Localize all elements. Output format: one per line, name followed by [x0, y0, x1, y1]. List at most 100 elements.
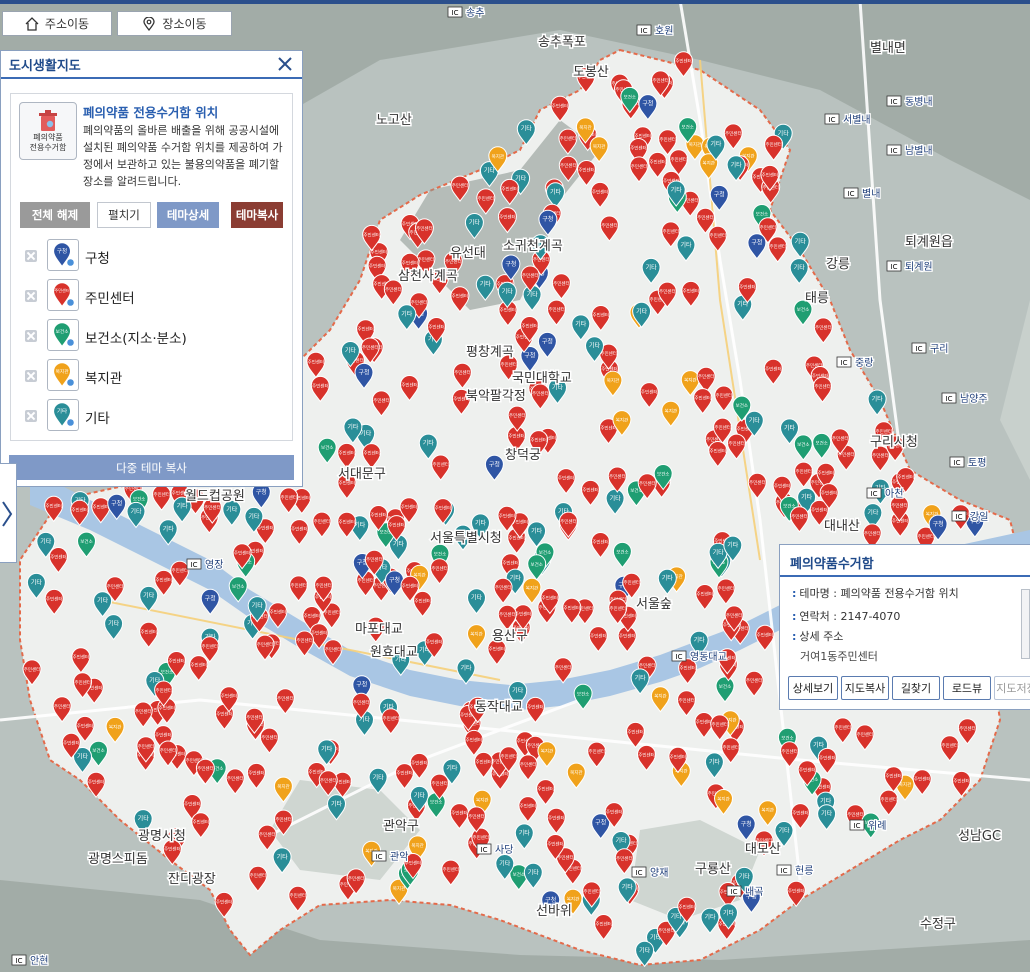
map-save-button[interactable]: 지도저장	[994, 676, 1030, 700]
ic-name: 퇴계원	[905, 261, 933, 273]
map-marker-text: 주민센터	[914, 776, 931, 783]
map-marker-text: 보건소	[736, 402, 748, 409]
interchange-label: IC 내곡	[726, 885, 765, 899]
map-marker-text: 주민센터	[46, 595, 63, 602]
legend-remove-icon[interactable]	[25, 410, 37, 422]
multi-theme-copy-button[interactable]: 다중 테마 복사	[9, 455, 294, 480]
map-marker-text: 주민센터	[172, 567, 189, 574]
map-marker-text: 주민센터	[710, 448, 727, 455]
map-marker-text: 주민센터	[431, 565, 448, 572]
map-marker-text: 주민센터	[280, 494, 297, 501]
directions-button[interactable]: 길찾기	[892, 676, 940, 700]
map-marker-text: 주민센터	[697, 591, 714, 598]
legend-remove-icon[interactable]	[25, 250, 37, 262]
clear-all-button[interactable]: 전체 해제	[20, 202, 90, 228]
ic-badge-text: IC	[946, 395, 953, 403]
legend-row-community-center[interactable]: 주민센터 주민센터	[21, 279, 281, 313]
popup-address-label: : 상세 주소	[792, 628, 843, 644]
map-marker-text: 주민센터	[795, 468, 812, 475]
address-move-button[interactable]: 주소이동	[2, 11, 112, 36]
map-marker-text: 주민센터	[383, 715, 400, 722]
map-marker-text: 복지관	[411, 842, 423, 849]
map-marker-text: 주민센터	[193, 819, 210, 826]
map-marker-text: 주민센터	[468, 813, 485, 820]
theme-box: 폐의약품 전용수거함 폐의약품 전용수거함 위치 폐의약품의 올바른 배출을 위…	[10, 93, 293, 441]
map-marker-text: 기타	[401, 310, 413, 318]
ic-badge-text: IC	[954, 459, 961, 467]
ic-name: 동병내	[905, 96, 933, 108]
map-area-label: 구룡산	[695, 862, 731, 877]
place-move-button[interactable]: 장소이동	[117, 11, 232, 36]
map-marker-text: 기타	[480, 280, 492, 288]
map-marker-text: 주민센터	[600, 350, 617, 357]
legend-row-welfare-center[interactable]: 복지관 복지관	[21, 359, 281, 393]
map-area-label: 북악팔각정	[466, 389, 526, 404]
ic-name: 양재	[650, 867, 668, 879]
legend-row-health-center[interactable]: 보건소 보건소(지소·분소)	[21, 319, 281, 353]
map-marker-text: 기타	[31, 578, 43, 586]
map-marker-text: 주민센터	[857, 731, 874, 738]
map-marker-text: 보건소	[232, 583, 244, 590]
map-marker-text: 주민센터	[557, 854, 574, 861]
map-marker-text: 주민센터	[726, 612, 743, 619]
detail-view-button[interactable]: 상세보기	[788, 676, 838, 700]
close-icon[interactable]	[276, 55, 294, 73]
map-area-label: 서대문구	[338, 467, 386, 482]
map-marker-text: 주민센터	[473, 834, 490, 841]
map-marker-text: 보건소	[815, 439, 827, 446]
map-marker-text: 주민센터	[227, 775, 244, 782]
map-marker-text: 주민센터	[357, 577, 374, 584]
map-marker-text: 주민센터	[718, 585, 735, 592]
map-marker-text: 주민센터	[428, 324, 445, 331]
legend-label: 보건소(지소·분소)	[85, 331, 187, 347]
map-marker-text: 기타	[484, 167, 496, 175]
map-marker-text: 기타	[646, 263, 658, 271]
legend-remove-icon[interactable]	[25, 370, 37, 382]
map-marker-text: 주민센터	[872, 452, 889, 459]
map-marker-text: 주민센터	[876, 428, 893, 435]
legend-row-other[interactable]: 기타 기타	[21, 399, 281, 433]
map-marker-text: 복지관	[616, 417, 628, 424]
map-marker-text: 주민센터	[353, 699, 370, 706]
expand-button[interactable]: 펼치기	[97, 202, 151, 228]
panel-toggle-tab[interactable]	[0, 463, 17, 563]
map-area-label: 서울숲	[636, 597, 672, 612]
map-marker-text: 주민센터	[155, 687, 172, 694]
legend-remove-icon[interactable]	[25, 330, 37, 342]
map-marker-text: 주민센터	[509, 412, 526, 419]
map-marker-text: 기타	[639, 946, 651, 954]
ic-badge-text: IC	[636, 869, 643, 877]
ic-badge-text: IC	[16, 957, 23, 965]
theme-copy-button[interactable]: 테마복사	[231, 202, 283, 228]
map-marker-text: 주민센터	[582, 486, 599, 493]
map-marker-text: 주민센터	[54, 703, 71, 710]
map-marker-text: 주민센터	[627, 728, 644, 735]
map-copy-button[interactable]: 지도복사	[841, 676, 889, 700]
map-marker-text: 구청	[751, 240, 762, 247]
map-marker-text: 주민센터	[290, 892, 307, 899]
legend-row-district-office[interactable]: 구청 구청	[21, 239, 281, 273]
map-marker-text: 기타	[345, 347, 357, 355]
map-marker-text: 보건소	[756, 211, 768, 218]
roadview-button[interactable]: 로드뷰	[943, 676, 991, 700]
map-marker-text: 주민센터	[312, 382, 329, 389]
ic-badge-text: IC	[781, 867, 788, 875]
map-marker-text: 구청	[256, 489, 267, 496]
map-marker-text: 기타	[778, 827, 790, 835]
map-marker-text: 주민센터	[339, 518, 356, 525]
legend-remove-icon[interactable]	[25, 290, 37, 302]
map-marker-text: 주민센터	[402, 259, 419, 266]
interchange-label: IC 영장	[186, 558, 225, 572]
map-area-label: 구리시청	[870, 435, 918, 450]
map-marker-text: 기타	[360, 429, 372, 437]
map-marker-text: 기타	[671, 186, 683, 194]
map-marker-text: 기타	[778, 129, 790, 137]
svg-text:주민센터: 주민센터	[54, 287, 70, 294]
map-area-label: 광명스피돔	[88, 852, 148, 867]
popup-scrollbar[interactable]	[1021, 589, 1030, 659]
map-marker-text: 주민센터	[606, 809, 623, 816]
legend-label: 주민센터	[85, 291, 135, 307]
theme-detail-button[interactable]: 테마상세	[157, 202, 219, 228]
map-marker-text: 주민센터	[832, 435, 849, 442]
map-marker-text: 기타	[252, 602, 264, 610]
